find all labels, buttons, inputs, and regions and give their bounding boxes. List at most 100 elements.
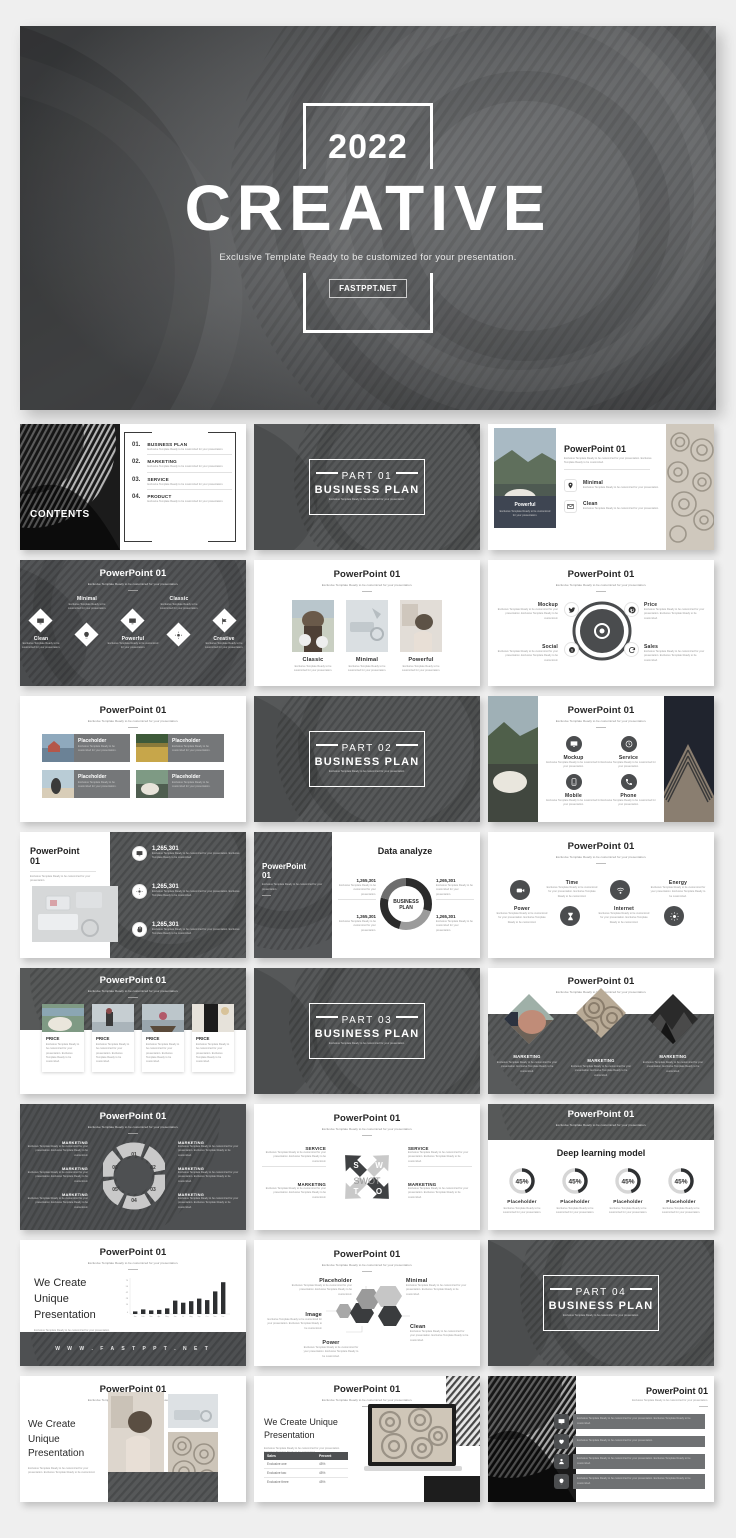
person-icon — [554, 1454, 569, 1469]
svg-text:Sep: Sep — [197, 1316, 200, 1318]
diamond-photo-3[interactable] — [646, 992, 700, 1046]
placeholder-card[interactable]: Placeholder Exclusive Template Ready to … — [42, 770, 130, 798]
slide-photo-collage[interactable]: PowerPoint 01 Exclusive Template Ready t… — [20, 1376, 246, 1502]
slide-diamond-features[interactable]: PowerPoint 01 Exclusive Template Ready t… — [20, 560, 246, 686]
stat-row[interactable]: 1,265,301 Exclusive Template Ready to be… — [132, 922, 240, 937]
slide-three-photo-cards[interactable]: PowerPoint 01 Exclusive Template Ready t… — [254, 560, 480, 686]
gauge-item[interactable]: 45% Placeholder Exclusive Template Ready… — [500, 1166, 544, 1216]
list-item[interactable]: 01. BUSINESS PLAN Exclusive Template Rea… — [132, 442, 232, 456]
thumbnail-cell: PowerPoint 01 Exclusive Template Ready t… — [20, 560, 252, 692]
slide-four-dark-circles[interactable]: PowerPoint 01 Exclusive Template Ready t… — [488, 832, 714, 958]
slide-four-placeholders[interactable]: PowerPoint 01 Exclusive Template Ready t… — [20, 696, 246, 822]
gauge-item[interactable]: 45% Placeholder Exclusive Template Ready… — [553, 1166, 597, 1216]
svg-text:Feb: Feb — [142, 1316, 145, 1318]
refresh-icon[interactable] — [624, 642, 639, 657]
slide-title: PowerPoint 01 — [333, 569, 401, 580]
icon-bar-row[interactable]: Exclusive Template Ready to be customize… — [554, 1414, 705, 1429]
feature-item[interactable]: Clean Exclusive Template Ready to be cus… — [564, 499, 660, 513]
list-item[interactable]: 03. SERVICE Exclusive Template Ready to … — [132, 477, 232, 490]
icon-desc: Exclusive Template Ready to be customize… — [601, 799, 656, 807]
slide-part-03[interactable]: PART 03 BUSINESS PLAN Exclusive Template… — [254, 968, 480, 1094]
wifi-icon[interactable] — [610, 880, 630, 900]
thumbnail-cell: PowerPoint 01 Exclusive Template Ready t… — [20, 968, 252, 1100]
stat-row[interactable]: 1,265,301 Exclusive Template Ready to be… — [132, 846, 240, 861]
icon-item[interactable]: Mockup Exclusive Template Ready to be cu… — [546, 735, 601, 770]
svg-text:42: 42 — [126, 1292, 129, 1294]
placeholder-card[interactable]: Placeholder Exclusive Template Ready to … — [136, 734, 224, 762]
diamond-photo-2[interactable] — [574, 986, 628, 1040]
photo-bride[interactable] — [108, 1392, 164, 1472]
placeholder-card[interactable]: Placeholder Exclusive Template Ready to … — [42, 734, 130, 762]
slide-contents[interactable]: CONTENTS 01. BUSINESS PLAN Exclusive Tem… — [20, 424, 246, 550]
hero-subtitle: Exclusive Template Ready to be customize… — [219, 251, 517, 263]
slide-social-gear[interactable]: PowerPoint 01 Exclusive Template Ready t… — [488, 560, 714, 686]
hero-top-frame: 2022 — [303, 103, 433, 170]
price-card[interactable]: PRICE Exclusive Template Ready to be cus… — [192, 1004, 234, 1073]
price-card[interactable]: PRICE Exclusive Template Ready to be cus… — [42, 1004, 84, 1073]
thumbnail-cell: PowerPoint 01 Exclusive Template Ready t… — [488, 968, 720, 1100]
pinterest-icon[interactable] — [624, 602, 639, 617]
contents-item-desc: Exclusive Template Ready to be customize… — [147, 448, 224, 451]
stat-row[interactable]: 1,265,301 Exclusive Template Ready to be… — [132, 884, 240, 899]
headline-block: We Create Unique Presentation Exclusive … — [264, 1416, 348, 1456]
slide-icon-list-bars[interactable]: PowerPoint 01 Exclusive Template Ready t… — [488, 1376, 714, 1502]
cycle-desc: Exclusive Template Ready to be customize… — [27, 1197, 88, 1209]
skype-icon[interactable]: S — [564, 642, 579, 657]
feature-node[interactable]: Minimal Exclusive Template Ready to be c… — [68, 596, 106, 647]
slide-hexagon-diagram[interactable]: PowerPoint 01 Exclusive Template Ready t… — [254, 1240, 480, 1366]
hero-cover-slide[interactable]: 2022 CREATIVE Exclusive Template Ready t… — [20, 26, 716, 410]
feature-node[interactable]: Classic Exclusive Template Ready to be c… — [160, 596, 198, 647]
gauge-item[interactable]: 45% Placeholder Exclusive Template Ready… — [659, 1166, 703, 1216]
icon-item[interactable]: Mobile Exclusive Template Ready to be cu… — [546, 774, 601, 808]
list-item[interactable]: 04. PRODUCT Exclusive Template Ready to … — [132, 494, 232, 504]
slide-six-step-cycle[interactable]: PowerPoint 01 Exclusive Template Ready t… — [20, 1104, 246, 1230]
price-card[interactable]: PRICE Exclusive Template Ready to be cus… — [92, 1004, 134, 1073]
photo-card[interactable]: Powerful Exclusive Template Ready to be … — [400, 599, 442, 674]
icon-item[interactable]: Phone Exclusive Template Ready to be cus… — [601, 774, 656, 808]
data-table[interactable]: Sales Percent Exclusive one 45% Exclusiv… — [264, 1452, 348, 1486]
sun-icon[interactable] — [664, 906, 684, 926]
part-frame: PART 03 BUSINESS PLAN Exclusive Template… — [309, 1003, 425, 1059]
twitter-icon[interactable] — [564, 602, 579, 617]
cycle-desc: Exclusive Template Ready to be customize… — [27, 1171, 88, 1183]
slide-price-cards[interactable]: PowerPoint 01 Exclusive Template Ready t… — [20, 968, 246, 1094]
slide-part-04[interactable]: PART 04 BUSINESS PLAN Exclusive Template… — [488, 1240, 714, 1366]
icon-bar-row[interactable]: Exclusive Template Ready to be customize… — [554, 1474, 705, 1489]
card-desc: Exclusive Template Ready to be customize… — [347, 664, 387, 672]
contents-list[interactable]: 01. BUSINESS PLAN Exclusive Template Rea… — [132, 442, 232, 504]
slide-swot[interactable]: PowerPoint 01 Exclusive Template Ready t… — [254, 1104, 480, 1230]
laptop-mockup[interactable] — [364, 1402, 462, 1482]
card-label: Placeholder — [78, 738, 107, 744]
slide-two-features[interactable]: Powerful Exclusive Template Ready to be … — [488, 424, 714, 550]
svg-text:May: May — [165, 1316, 168, 1318]
icon-item[interactable]: Service Exclusive Template Ready to be c… — [601, 735, 656, 770]
slide-bar-chart[interactable]: PowerPoint 01 Exclusive Template Ready t… — [20, 1240, 246, 1366]
slide-stats-rows[interactable]: PowerPoint 01 Exclusive Template Ready t… — [20, 832, 246, 958]
slide-laptop-table[interactable]: PowerPoint 01 Exclusive Template Ready t… — [254, 1376, 480, 1502]
slide-deep-learning[interactable]: PowerPoint 01 Exclusive Template Ready t… — [488, 1104, 714, 1230]
list-item[interactable]: 02. MARKETING Exclusive Template Ready t… — [132, 459, 232, 473]
photo-desk[interactable] — [168, 1394, 218, 1428]
slide-diamond-photos[interactable]: PowerPoint 01 Exclusive Template Ready t… — [488, 968, 714, 1094]
diamond-photo-1[interactable] — [502, 992, 556, 1046]
slide-part-02[interactable]: PART 02 BUSINESS PLAN Exclusive Template… — [254, 696, 480, 822]
price-label: PRICE — [46, 1036, 60, 1041]
photo-card[interactable]: Minimal Exclusive Template Ready to be c… — [346, 599, 388, 674]
placeholder-card[interactable]: Placeholder Exclusive Template Ready to … — [136, 770, 224, 798]
icon-bar-row[interactable]: Exclusive Template Ready to be customize… — [554, 1434, 705, 1449]
camera-icon[interactable] — [510, 880, 530, 900]
feature-node[interactable]: Creative Exclusive Template Ready to be … — [205, 608, 246, 651]
price-card[interactable]: PRICE Exclusive Template Ready to be cus… — [142, 1004, 184, 1073]
photo-card[interactable]: Classic Exclusive Template Ready to be c… — [292, 599, 334, 674]
slide-subtitle: Exclusive Template Ready to be customize… — [321, 1263, 413, 1267]
feature-node[interactable]: Clean Exclusive Template Ready to be cus… — [22, 608, 64, 651]
icon-bar-row[interactable]: Exclusive Template Ready to be customize… — [554, 1454, 705, 1469]
hourglass-icon[interactable] — [560, 906, 580, 926]
slide-four-circle-icons[interactable]: PowerPoint 01 Exclusive Template Ready t… — [488, 696, 714, 822]
feature-item[interactable]: Minimal Exclusive Template Ready to be c… — [564, 478, 660, 492]
slide-data-analyze[interactable]: PowerPoint 01 Exclusive Template Ready t… — [254, 832, 480, 958]
feature-node[interactable]: Powerful Exclusive Template Ready to be … — [108, 608, 159, 651]
gauge-item[interactable]: 45% Placeholder Exclusive Template Ready… — [606, 1166, 650, 1216]
slide-part-01[interactable]: PART 01 BUSINESS PLAN Exclusive Template… — [254, 424, 480, 550]
headline-line: Presentation — [264, 1430, 315, 1441]
